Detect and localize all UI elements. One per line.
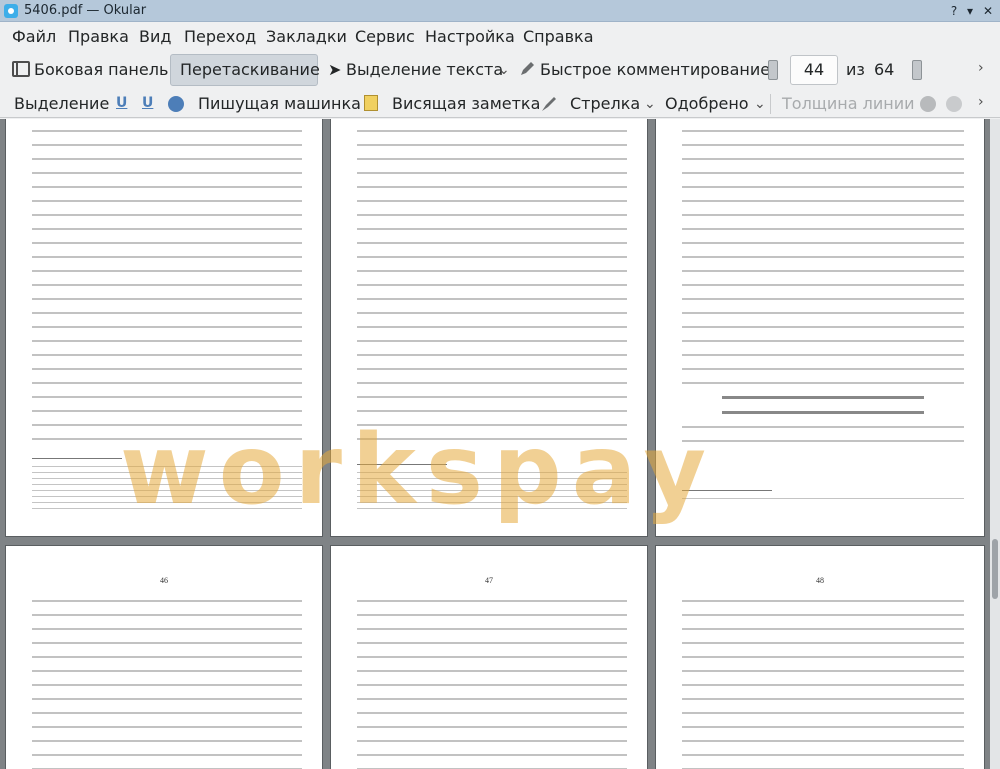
squiggle-underline-icon[interactable]: U xyxy=(142,95,153,111)
pen-icon xyxy=(521,62,534,75)
document-viewport[interactable]: 46 47 48 workspay xyxy=(0,119,1000,769)
note-icon xyxy=(364,95,378,111)
menu-file[interactable]: Файл xyxy=(12,27,56,46)
stamp-tool[interactable]: Одобрено xyxy=(665,94,749,113)
page-number-input[interactable]: 44 xyxy=(790,55,838,85)
next-page-button[interactable] xyxy=(912,60,922,80)
popup-note-tool[interactable]: Висящая заметка xyxy=(392,94,540,113)
toolbar-separator xyxy=(770,94,771,114)
close-icon[interactable]: ✕ xyxy=(980,3,996,19)
page-43 xyxy=(5,119,323,537)
opacity-icon xyxy=(946,96,962,112)
page-total: 64 xyxy=(874,60,895,79)
vertical-scrollbar[interactable] xyxy=(990,119,1000,769)
title-bar: 5406.pdf — Okular ? ▾ ✕ xyxy=(0,0,1000,22)
page-48: 48 xyxy=(655,545,985,769)
scrollbar-thumb[interactable] xyxy=(992,539,998,599)
typewriter-tool[interactable]: Пишущая машинка xyxy=(198,94,361,113)
prev-page-button[interactable] xyxy=(768,60,778,80)
strikeout-icon[interactable] xyxy=(168,96,184,112)
menu-settings[interactable]: Настройка xyxy=(425,27,515,46)
text-select-cursor-icon: ➤ xyxy=(328,60,342,79)
main-toolbar: Боковая панель Перетаскивание ➤ Выделени… xyxy=(0,52,1000,88)
page-number: 46 xyxy=(160,576,168,585)
page-47: 47 xyxy=(330,545,648,769)
chevron-down-icon[interactable]: ⌄ xyxy=(498,62,510,78)
toolbar-overflow-icon[interactable]: › xyxy=(978,94,984,110)
highlight-tool[interactable]: Выделение xyxy=(14,94,109,113)
window-title: 5406.pdf — Okular xyxy=(24,3,147,18)
chevron-down-icon[interactable]: ⌄ xyxy=(754,96,766,112)
chevron-down-icon[interactable]: ⌄ xyxy=(644,96,656,112)
okular-app-icon xyxy=(4,4,18,18)
underline-icon[interactable]: U xyxy=(116,95,127,111)
sidebar-button[interactable]: Боковая панель xyxy=(34,60,168,79)
page-46: 46 xyxy=(5,545,323,769)
arrow-tool[interactable]: Стрелка xyxy=(570,94,640,113)
color-icon xyxy=(920,96,936,112)
help-icon[interactable]: ? xyxy=(946,3,962,19)
menu-bar: Файл Правка Вид Переход Закладки Сервис … xyxy=(0,22,1000,52)
line-width-tool: Толщина линии xyxy=(782,94,915,113)
page-number: 47 xyxy=(485,576,493,585)
drag-mode-button[interactable]: Перетаскивание xyxy=(180,60,320,79)
menu-help[interactable]: Справка xyxy=(523,27,594,46)
toolbar-overflow-icon[interactable]: › xyxy=(978,60,984,76)
page-of-label: из xyxy=(846,60,865,79)
menu-tools[interactable]: Сервис xyxy=(355,27,415,46)
menu-view[interactable]: Вид xyxy=(139,27,171,46)
page-number: 48 xyxy=(816,576,824,585)
minimize-icon[interactable]: ▾ xyxy=(962,3,978,19)
arrow-pen-icon xyxy=(542,97,556,111)
page-45 xyxy=(655,119,985,537)
menu-edit[interactable]: Правка xyxy=(68,27,129,46)
menu-bookmarks[interactable]: Закладки xyxy=(266,27,347,46)
sidebar-icon xyxy=(12,61,30,77)
menu-go[interactable]: Переход xyxy=(184,27,256,46)
quick-annotation-button[interactable]: Быстрое комментирование xyxy=(540,60,770,79)
page-44 xyxy=(330,119,648,537)
text-select-button[interactable]: Выделение текста xyxy=(346,60,503,79)
